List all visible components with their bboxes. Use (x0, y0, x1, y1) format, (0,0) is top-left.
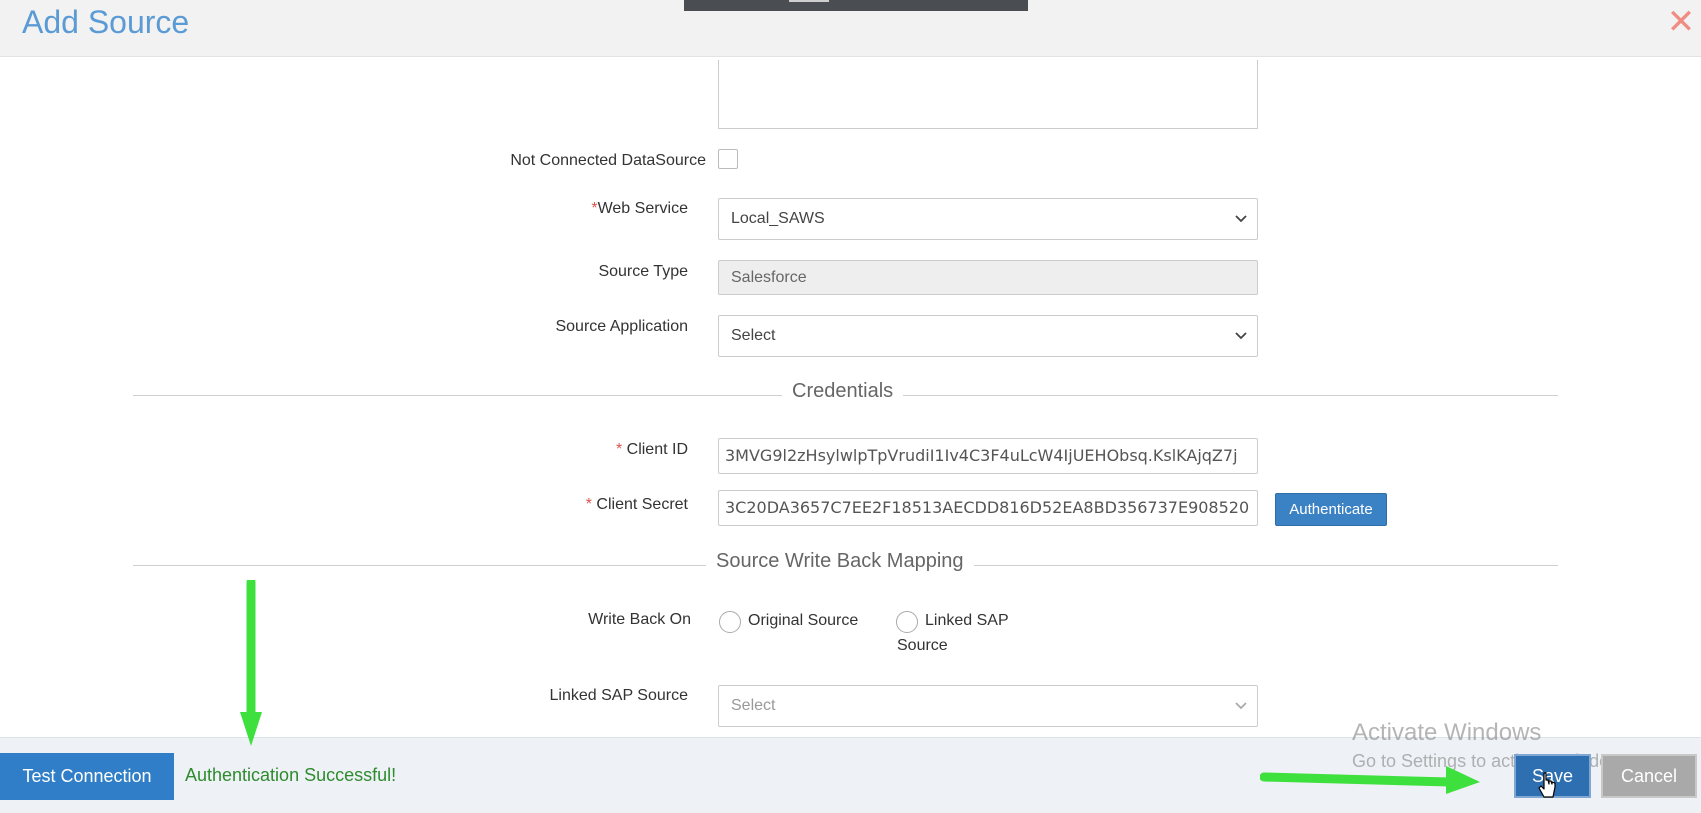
source-type-value: Salesforce (731, 269, 807, 286)
required-marker: * (615, 441, 627, 458)
not-connected-label: Not Connected DataSource (510, 152, 706, 169)
web-service-label: *Web Service (288, 200, 688, 218)
arrow-annotation (240, 580, 262, 746)
radio-linked-sap-label-2: Source (897, 637, 948, 654)
client-id-label-text: Client ID (626, 441, 688, 458)
client-id-input[interactable]: 3MVG9l2zHsylwlpTpVrudiI1Iv4C3F4uLcW4IjUE… (718, 438, 1258, 474)
linked-sap-source-value: Select (731, 697, 776, 714)
chevron-down-icon (1235, 316, 1247, 356)
source-type-field: Salesforce (718, 260, 1258, 295)
arrow-annotation (1260, 766, 1480, 794)
client-id-label: * Client ID (288, 441, 688, 459)
source-application-select[interactable]: Select (718, 315, 1258, 357)
web-service-value: Local_SAWS (731, 210, 825, 227)
chevron-down-icon (1235, 199, 1247, 239)
test-connection-button[interactable]: Test Connection (0, 753, 174, 800)
radio-linked-sap-label-1: Linked SAP (925, 612, 1009, 629)
dialog-title: Add Source (22, 4, 190, 40)
linked-sap-source-label: Linked SAP Source (549, 687, 688, 704)
client-secret-value: 3C20DA3657C7EE2F18513AECDD816D52EA8BD356… (725, 498, 1250, 517)
web-service-label-text: Web Service (597, 200, 688, 217)
web-service-select[interactable]: Local_SAWS (718, 198, 1258, 240)
chevron-down-icon (1235, 686, 1247, 726)
write-back-section-title: Source Write Back Mapping (706, 550, 974, 573)
radio-original-source-label: Original Source (748, 612, 859, 629)
activate-windows-watermark: Activate Windows (1352, 719, 1542, 746)
client-id-value: 3MVG9l2zHsylwlpTpVrudiI1Iv4C3F4uLcW4IjUE… (725, 446, 1238, 465)
source-type-label: Source Type (598, 263, 688, 280)
radio-linked-sap-source[interactable] (896, 611, 918, 633)
client-secret-label: * Client Secret (288, 496, 688, 514)
cursor-icon (1538, 772, 1556, 798)
linked-sap-source-select[interactable]: Select (718, 685, 1258, 727)
description-textarea[interactable] (718, 60, 1258, 129)
credentials-section-title: Credentials (782, 380, 904, 403)
required-marker: * (585, 496, 597, 513)
source-application-label: Source Application (555, 318, 688, 335)
top-overlay-bar (684, 0, 1028, 11)
cancel-button[interactable]: Cancel (1601, 754, 1697, 798)
client-secret-input[interactable]: 3C20DA3657C7EE2F18513AECDD816D52EA8BD356… (718, 490, 1258, 526)
client-secret-label-text: Client Secret (596, 496, 688, 513)
source-application-value: Select (731, 327, 776, 344)
close-icon[interactable]: ✕ (1661, 2, 1701, 42)
write-back-on-label: Write Back On (588, 611, 691, 628)
status-message: Authentication Successful! (185, 765, 397, 785)
not-connected-checkbox[interactable] (718, 149, 738, 169)
authenticate-button[interactable]: Authenticate (1275, 493, 1387, 526)
radio-original-source[interactable] (719, 611, 741, 633)
